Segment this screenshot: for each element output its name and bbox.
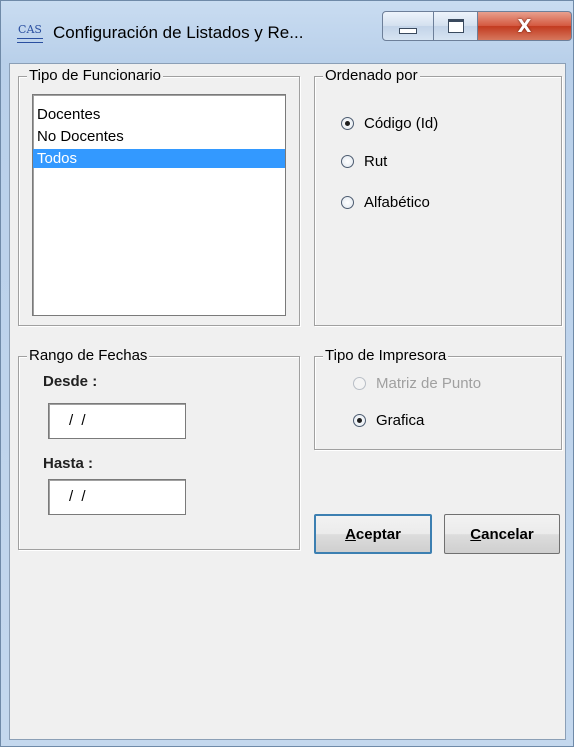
ordenado-por-group: Ordenado por Código (Id) Rut Alfabético (314, 67, 562, 326)
radio-rut[interactable]: Rut (341, 153, 387, 170)
radio-codigo-dot[interactable] (341, 117, 354, 130)
radio-alfabetico-label: Alfabético (364, 194, 430, 211)
minimize-icon (399, 28, 417, 34)
aceptar-mnemonic: A (345, 525, 356, 543)
tipo-impresora-legend: Tipo de Impresora (323, 347, 449, 365)
cancelar-button[interactable]: Cancelar (444, 514, 560, 554)
hasta-field[interactable]: / / (48, 479, 186, 515)
radio-matriz-punto-label: Matriz de Punto (376, 375, 482, 392)
radio-rut-label: Rut (364, 153, 388, 170)
hasta-label: Hasta : (43, 455, 94, 472)
ordenado-por-legend: Ordenado por (323, 67, 420, 85)
tipo-impresora-group: Tipo de Impresora Matriz de Punto Grafic… (314, 347, 562, 450)
title-bar[interactable]: CAS Configuración de Listados y Re... X (1, 1, 573, 63)
radio-matriz-punto[interactable]: Matriz de Punto (353, 375, 481, 392)
dialog-client-area: Tipo de Funcionario Docentes No Docentes… (9, 63, 566, 740)
tipo-funcionario-listbox[interactable]: Docentes No Docentes Todos (32, 94, 286, 316)
minimize-button[interactable] (382, 11, 434, 41)
maximize-button[interactable] (434, 11, 478, 41)
aceptar-label: ceptar (355, 525, 401, 543)
close-button[interactable]: X (478, 11, 572, 41)
dialog-window: CAS Configuración de Listados y Re... X … (0, 0, 574, 747)
radio-codigo-label: Código (Id) (364, 115, 439, 132)
cancelar-label: ancelar (481, 525, 534, 543)
radio-grafica[interactable]: Grafica (353, 412, 424, 429)
cancelar-mnemonic: C (470, 525, 482, 543)
app-icon[interactable]: CAS (17, 24, 43, 47)
desde-label: Desde : (43, 373, 98, 390)
tipo-funcionario-legend: Tipo de Funcionario (27, 67, 164, 85)
rango-fechas-legend: Rango de Fechas (27, 347, 150, 365)
radio-alfabetico-dot[interactable] (341, 196, 354, 209)
window-title: Configuración de Listados y Re... (53, 23, 304, 42)
aceptar-button[interactable]: Aceptar (314, 514, 432, 554)
close-icon: X (517, 15, 532, 37)
list-item-todos[interactable]: Todos (33, 149, 285, 168)
maximize-icon (447, 19, 464, 33)
desde-field[interactable]: / / (48, 403, 186, 439)
list-item-no-docentes[interactable]: No Docentes (33, 127, 285, 146)
tipo-funcionario-group: Tipo de Funcionario Docentes No Docentes… (18, 67, 300, 326)
radio-rut-dot[interactable] (341, 155, 354, 168)
list-item-docentes[interactable]: Docentes (33, 105, 285, 124)
rango-fechas-group: Rango de Fechas Desde : / / Hasta : / / (18, 347, 300, 550)
caption-buttons: X (382, 11, 572, 43)
radio-matriz-punto-dot[interactable] (353, 377, 366, 390)
radio-grafica-dot[interactable] (353, 414, 366, 427)
radio-codigo[interactable]: Código (Id) (341, 115, 438, 132)
radio-grafica-label: Grafica (376, 412, 425, 429)
radio-alfabetico[interactable]: Alfabético (341, 194, 430, 211)
